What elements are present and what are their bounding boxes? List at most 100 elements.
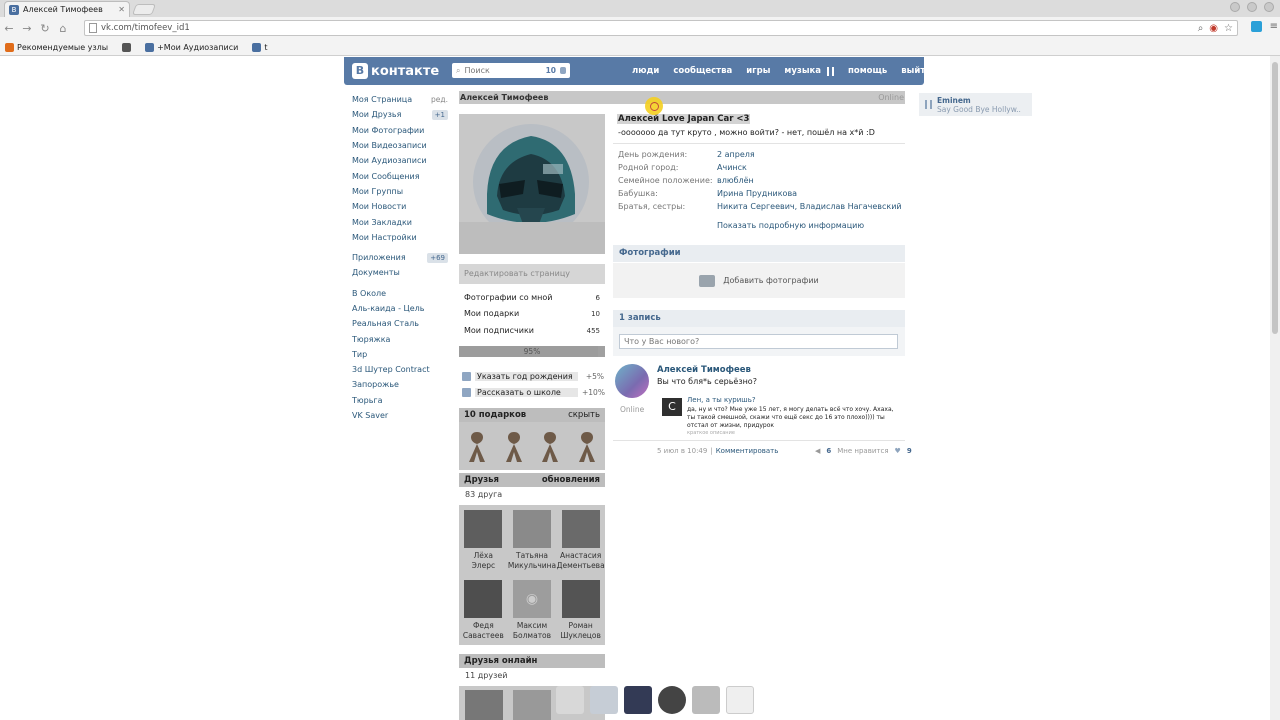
edit-page-link[interactable]: Редактировать страницу [459,264,605,284]
repost-source-icon[interactable]: C [662,398,682,416]
status-text[interactable]: -ooooooo да тут круто , можно войти? - н… [618,128,875,137]
close-window-button[interactable] [1264,2,1274,12]
menu-my-page[interactable]: Моя Страница ред. [352,92,448,107]
photos-header[interactable]: Фотографии [613,245,905,262]
maximize-button[interactable] [1247,2,1257,12]
avatar[interactable] [459,114,605,254]
browser-tab[interactable]: В Алексей Тимофеев ✕ [4,1,130,17]
nav-games[interactable]: игры [746,66,770,76]
friend-photo[interactable] [465,690,503,720]
ribbon-gift-icon[interactable] [502,428,526,464]
opera-icon[interactable]: ◉ [1209,23,1218,34]
heart-icon[interactable]: ♥ [895,447,901,455]
friend-item[interactable]: Татьяна Микульчина [508,505,557,575]
address-bar[interactable]: vk.com/timofeev_id1 ⌕ ◉ ☆ [84,20,1238,36]
close-icon[interactable]: ✕ [118,5,125,14]
search-box[interactable]: ⌕ 10 [452,63,570,78]
home-icon[interactable]: ⌂ [54,22,72,35]
post-date[interactable]: 5 июл в 10:49 [657,447,707,455]
repost-title[interactable]: Лен, а ты куришь? [687,396,756,404]
repost-icon[interactable]: ◀ [815,447,820,455]
minimize-button[interactable] [1230,2,1240,12]
bookmark-blank[interactable] [122,42,132,52]
mini-audio-player[interactable]: Eminem Say Good Bye Hollyw... [919,93,1032,116]
dock-app-icon[interactable] [624,686,652,714]
vk-logo[interactable]: В контакте [352,63,439,79]
menu-apps[interactable]: Приложения +69 [352,250,448,265]
dock-app-icon[interactable] [726,686,754,714]
search-input[interactable] [464,66,542,75]
nav-people[interactable]: люди [632,66,659,76]
menu-app-item[interactable]: Тюряжка [352,331,448,346]
ribbon-gift-icon[interactable] [465,428,489,464]
nav-communities[interactable]: сообщества [673,66,732,76]
menu-messages[interactable]: Мои Сообщения [352,168,448,183]
wall-post-input[interactable] [619,334,898,349]
bookmark-recommended[interactable]: Рекомендуемые узлы [5,42,108,52]
friend-item[interactable]: Роман Шуклецов [556,575,605,645]
menu-app-item[interactable]: 3d Шутер Contract [352,362,448,377]
pause-icon[interactable] [925,100,932,109]
menu-photos[interactable]: Мои Фотографии [352,123,448,138]
menu-videos[interactable]: Мои Видеозаписи [352,138,448,153]
ribbon-gift-icon[interactable] [575,428,599,464]
menu-app-item[interactable]: VK Saver [352,408,448,423]
post-author[interactable]: Алексей Тимофеев [657,365,751,375]
menu-icon[interactable]: ≡ [1270,21,1278,32]
extension-icon[interactable] [1250,21,1262,32]
menu-app-item[interactable]: В Околе [352,286,448,301]
like-label[interactable]: Мне нравится [837,447,888,455]
todo-school[interactable]: Рассказать о школе +10% [462,385,605,399]
photos-with-me-link[interactable]: Фотографии со мной 6 [459,290,605,305]
comment-link[interactable]: Комментировать [716,447,779,455]
forward-arrow-icon[interactable]: → [18,22,36,35]
menu-bookmarks[interactable]: Мои Закладки [352,214,448,229]
menu-app-item[interactable]: Тюрьга [352,393,448,408]
friend-item[interactable]: ◉ Максим Болматов [508,575,557,645]
edit-link[interactable]: ред. [431,95,448,104]
back-arrow-icon[interactable]: ← [0,22,18,35]
todo-birth-year[interactable]: Указать год рождения +5% [462,369,604,383]
ribbon-gift-icon[interactable] [538,428,562,464]
dock-power-icon[interactable] [658,686,686,714]
menu-app-item[interactable]: Аль-каида - Цель [352,301,448,316]
friends-online-title[interactable]: Друзья онлайн [464,656,537,666]
dock-app-icon[interactable] [590,686,618,714]
scrollbar-thumb[interactable] [1272,62,1278,334]
friend-item[interactable]: Анастасия Дементьева [556,505,605,575]
bookmark-t[interactable]: t [252,42,268,52]
zoom-icon[interactable]: ⌕ [1198,23,1204,34]
wall-header[interactable]: 1 запись [613,310,905,327]
gifts-title[interactable]: 10 подарков [464,410,526,420]
nav-music[interactable]: музыка [784,66,821,76]
menu-app-item[interactable]: Тир [352,347,448,362]
page-scrollbar[interactable] [1270,56,1280,720]
show-full-info-link[interactable]: Показать подробную информацию [717,221,864,230]
nav-logout[interactable]: выйти [901,66,931,76]
my-followers-link[interactable]: Мои подписчики 455 [459,323,605,338]
star-icon[interactable]: ☆ [1224,23,1233,34]
reload-icon[interactable]: ↻ [36,22,54,35]
menu-groups[interactable]: Мои Группы [352,184,448,199]
dock-app-icon[interactable] [556,686,584,714]
menu-news[interactable]: Мои Новости [352,199,448,214]
friend-item[interactable]: Федя Савастеев [459,575,508,645]
friend-item[interactable]: Лёха Элерс [459,505,508,575]
menu-app-item[interactable]: Запорожье [352,377,448,392]
menu-app-item[interactable]: Реальная Сталь [352,316,448,331]
friend-photo[interactable] [513,690,551,720]
pause-icon[interactable] [827,67,835,76]
new-tab-button[interactable] [131,4,157,15]
friends-updates-link[interactable]: обновления [542,475,600,485]
dock-trash-icon[interactable] [692,686,720,714]
gifts-hide-link[interactable]: скрыть [568,410,600,420]
menu-friends[interactable]: Мои Друзья +1 [352,107,448,122]
my-gifts-link[interactable]: Мои подарки 10 [459,306,605,321]
post-avatar[interactable] [615,364,649,398]
menu-documents[interactable]: Документы [352,265,448,280]
menu-settings[interactable]: Мои Настройки [352,230,448,245]
bookmark-audio[interactable]: +Мои Аудиозаписи [145,42,238,52]
menu-audio[interactable]: Мои Аудиозаписи [352,153,448,168]
nav-help[interactable]: помощь [848,66,887,76]
friends-title[interactable]: Друзья [464,475,499,485]
